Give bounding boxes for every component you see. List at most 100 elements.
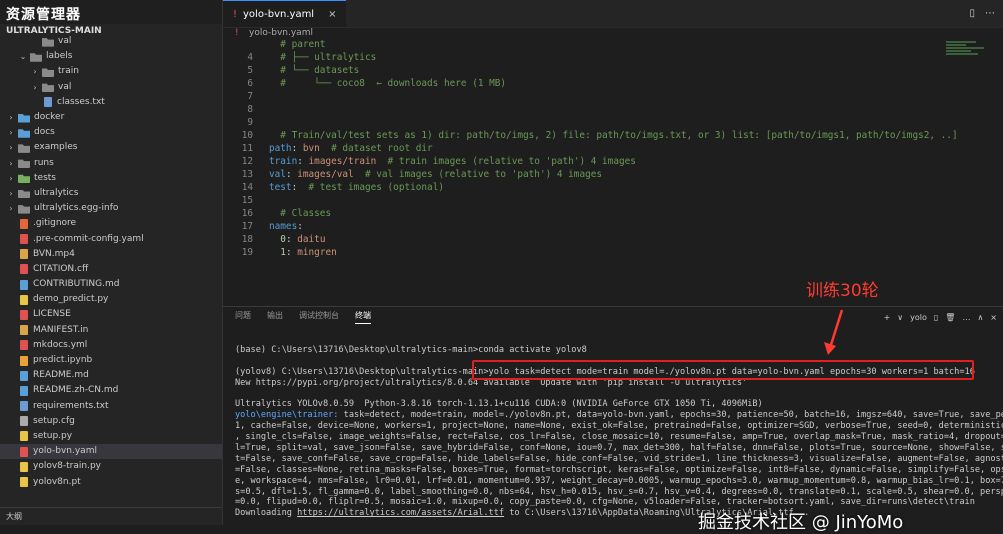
tree-folder[interactable]: ⌄ labels (0, 49, 222, 64)
code-view[interactable]: # parent 4 # ├── ultralytics 5 # └── datas… (223, 38, 958, 259)
tree-item-label: ultralytics.egg-info (34, 203, 119, 214)
tree-folder[interactable]: › train (0, 64, 222, 79)
chevron-right-icon: › (9, 143, 13, 153)
tree-folder[interactable]: › runs (0, 156, 222, 171)
tree-file[interactable]: classes.txt (0, 95, 222, 110)
annotation-label: 训练30轮 (806, 281, 879, 301)
panel-tab[interactable]: 终端 (355, 310, 371, 324)
explorer-sidebar: 资源管理器 ULTRALYTICS-MAIN val ⌄ labels › train ›… (0, 0, 223, 525)
tree-folder[interactable]: › tests (0, 171, 222, 186)
terminal-line: l=True, split=val, save_json=False, save… (235, 443, 1003, 454)
line-number: 19 (241, 247, 253, 258)
panel-tab[interactable]: 调试控制台 (299, 310, 339, 324)
tab-label: yolo-bvn.yaml (243, 8, 315, 20)
outline-section[interactable]: 大纲 (0, 507, 222, 525)
terminal-link[interactable]: https://ultralytics.com/assets/Arial.ttf (297, 508, 504, 518)
code-line: 17 names: (223, 220, 943, 233)
line-number: 6 (247, 78, 253, 89)
file-icon (44, 97, 52, 108)
file-icon (20, 355, 28, 366)
panel-tab[interactable]: 问题 (235, 310, 251, 324)
close-icon[interactable]: × (328, 9, 336, 20)
tree-item-label: predict.ipynb (33, 355, 93, 366)
terminal-line: yolo\engine\trainer: task=detect, mode=t… (235, 410, 1003, 421)
folder-icon (18, 129, 30, 138)
tree-item-label: README.zh-CN.md (33, 385, 119, 396)
code-line: 8 (223, 103, 943, 116)
new-terminal-icon[interactable]: + (884, 313, 891, 322)
terminal-line: (base) C:\Users\13716\Desktop\ultralytic… (235, 345, 587, 355)
tree-folder[interactable]: › docker (0, 110, 222, 125)
tree-item-label: .gitignore (33, 218, 77, 229)
tree-file[interactable]: CONTRIBUTING.md (0, 277, 222, 292)
tree-file[interactable]: predict.ipynb (0, 353, 222, 368)
file-icon (20, 370, 28, 381)
maximize-icon[interactable]: ∧ (977, 313, 983, 322)
code-text: 0: daitu (280, 234, 326, 245)
close-panel-icon[interactable]: × (990, 313, 997, 322)
folder-icon (18, 205, 30, 214)
code-text: # Train/val/test sets as 1) dir: path/to… (269, 130, 958, 141)
tree-item-label: train (58, 66, 79, 77)
terminal-line: =False, classes=None, retina_masks=False… (235, 464, 1003, 475)
terminal-name[interactable]: yolo (910, 313, 927, 322)
tree-item-label: CONTRIBUTING.md (33, 279, 120, 290)
highlight-box (472, 360, 974, 380)
tree-folder[interactable]: › docs (0, 125, 222, 140)
tree-folder[interactable]: › ultralytics.egg-info (0, 201, 222, 216)
line-number: 9 (247, 117, 253, 128)
tree-folder[interactable]: › val (0, 80, 222, 95)
code-text: # └── coco8 ← downloads here (1 MB) (269, 78, 507, 89)
tree-file[interactable]: README.zh-CN.md (0, 383, 222, 398)
tab-yolo-bvn-yaml[interactable]: ! yolo-bvn.yaml × (223, 0, 347, 27)
more-actions-icon[interactable]: ⋯ (985, 8, 995, 19)
tree-item-label: docker (34, 112, 65, 123)
tree-file[interactable]: .gitignore (0, 216, 222, 231)
code-line: # parent (223, 38, 943, 51)
line-number: 13 (241, 169, 253, 180)
more-icon[interactable]: … (962, 313, 970, 322)
tree-item-label: labels (46, 51, 73, 62)
line-number: 14 (241, 182, 253, 193)
tree-file[interactable]: CITATION.cff (0, 262, 222, 277)
split-terminal-icon[interactable]: ▯ (934, 313, 938, 322)
tree-file[interactable]: setup.py (0, 429, 222, 444)
dropdown-icon[interactable]: ∨ (897, 313, 903, 322)
tree-file[interactable]: setup.cfg (0, 414, 222, 429)
tree-file[interactable]: BVN.mp4 (0, 247, 222, 262)
annotation-arrow-icon (824, 309, 844, 355)
tree-folder[interactable]: › examples (0, 140, 222, 155)
line-number: 12 (241, 156, 253, 167)
panel-tabs: 问题 输出 调试控制台 终端 + ∨ yolo ▯ 🗑 … ∧ × (223, 307, 1003, 327)
terminal-line: s=0.5, dfl=1.5, fl_gamma=0.0, label_smoo… (235, 486, 1003, 497)
breadcrumb-file: yolo-bvn.yaml (249, 28, 313, 38)
tree-file[interactable]: mkdocs.yml (0, 338, 222, 353)
tree-file[interactable]: requirements.txt (0, 399, 222, 414)
tree-file[interactable]: yolo-bvn.yaml (0, 444, 222, 460)
tree-folder[interactable]: val (0, 34, 222, 49)
folder-icon (18, 144, 30, 153)
tree-file[interactable]: yolov8n.pt (0, 474, 222, 489)
tree-file[interactable]: README.md (0, 368, 222, 383)
code-line: 19 1: mingren (223, 246, 943, 259)
code-line: 18 0: daitu (223, 233, 943, 246)
split-editor-icon[interactable]: ▯ (969, 8, 975, 19)
code-line: 9 (223, 116, 943, 129)
folder-icon (30, 53, 42, 62)
file-icon (20, 218, 28, 229)
tree-file[interactable]: demo_predict.py (0, 292, 222, 307)
line-number: 4 (247, 52, 253, 63)
terminal-line: Ultralytics YOLOv8.0.59 Python-3.8.16 to… (235, 399, 763, 410)
chevron-right-icon: › (9, 204, 13, 214)
chevron-right-icon: › (33, 67, 37, 77)
tree-folder[interactable]: › ultralytics (0, 186, 222, 201)
panel-tab[interactable]: 输出 (267, 310, 283, 324)
file-icon (20, 234, 28, 245)
tree-file[interactable]: yolov8-train.py (0, 459, 222, 474)
tree-file[interactable]: .pre-commit-config.yaml (0, 231, 222, 246)
trash-icon[interactable]: 🗑 (945, 313, 955, 322)
tree-item-label: yolo-bvn.yaml (33, 446, 97, 457)
tree-file[interactable]: MANIFEST.in (0, 323, 222, 338)
tree-file[interactable]: LICENSE (0, 307, 222, 322)
minimap[interactable] (946, 40, 991, 70)
